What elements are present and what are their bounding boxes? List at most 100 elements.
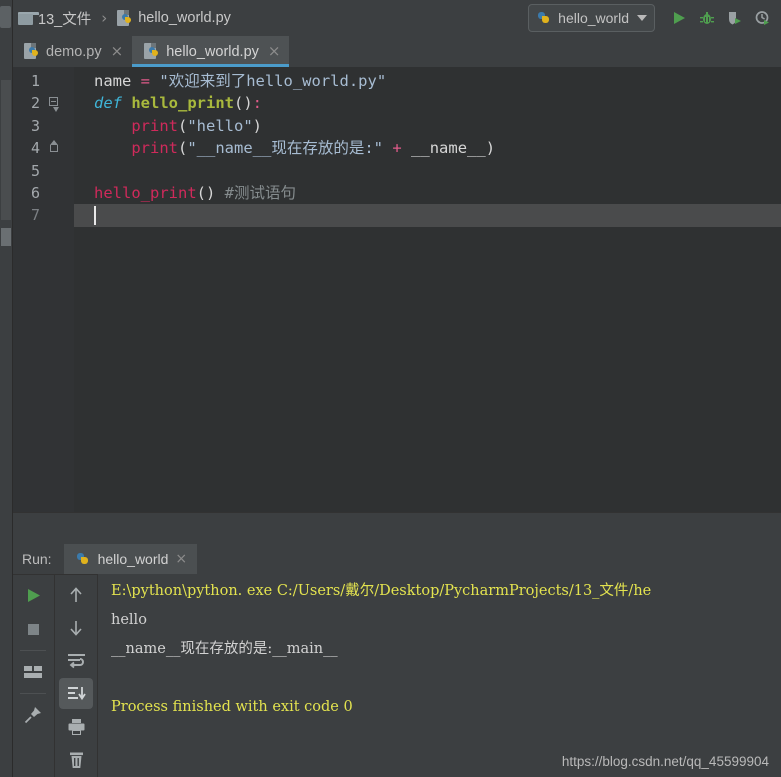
close-icon[interactable]: × xyxy=(268,44,281,59)
gutter-line-number: 7 xyxy=(30,206,40,225)
editor-tab-label: demo.py xyxy=(46,43,102,60)
code-line[interactable]: print("__name__现在存放的是:" + __name__) xyxy=(74,137,781,159)
navigation-bar: 13_文件 › hello_world.py hello_world xyxy=(12,0,781,36)
python-file-icon xyxy=(117,9,133,27)
scroll-to-end-button[interactable] xyxy=(59,678,93,709)
play-icon xyxy=(674,12,685,24)
code-line[interactable] xyxy=(74,204,781,227)
gutter-line-number: 2 xyxy=(30,94,40,113)
breadcrumb-folder[interactable]: 13_文件 xyxy=(38,8,91,29)
code-token: ( xyxy=(178,139,188,158)
code-token: "__name__现在存放的是:" xyxy=(187,139,383,158)
code-line[interactable]: hello_print() #测试语句 xyxy=(74,182,781,204)
breadcrumb: 13_文件 › hello_world.py xyxy=(18,8,231,29)
run-with-coverage-button[interactable] xyxy=(721,4,749,32)
breadcrumb-separator: › xyxy=(101,9,108,27)
rerun-button[interactable] xyxy=(16,579,50,611)
code-token: hello_print xyxy=(131,94,234,113)
debug-button[interactable] xyxy=(693,4,721,32)
code-token: print xyxy=(131,116,178,135)
pin-icon xyxy=(24,707,41,724)
code-token: __name__ xyxy=(411,139,486,158)
fold-end-icon[interactable] xyxy=(48,137,61,159)
console-line: __name__现在存放的是:__main__ xyxy=(111,641,338,657)
play-icon xyxy=(27,588,40,602)
run-tab-hello-world[interactable]: hello_world × xyxy=(63,544,198,574)
python-file-icon xyxy=(144,43,160,60)
code-line[interactable]: def hello_print(): xyxy=(74,92,781,114)
code-token: + xyxy=(392,139,402,158)
code-token: hello_print xyxy=(94,184,197,202)
trash-icon xyxy=(69,752,83,768)
editor-runpanel-splitter[interactable] xyxy=(12,512,781,545)
editor-gutter[interactable]: 1 2 3 4 5 6 7 xyxy=(12,67,74,512)
chevron-down-icon[interactable] xyxy=(637,15,647,21)
soft-wrap-icon xyxy=(67,654,85,669)
stop-button[interactable] xyxy=(16,613,50,645)
breadcrumb-file[interactable]: hello_world.py xyxy=(138,10,231,26)
run-panel-title: Run: xyxy=(22,551,52,567)
run-tab-label: hello_world xyxy=(97,551,169,567)
editor-tab-bar: demo.py × hello_world.py × xyxy=(12,36,781,67)
run-tool-window: Run: hello_world × E:\python\python. exe… xyxy=(12,544,781,777)
divider xyxy=(20,693,46,694)
scroll-to-end-icon xyxy=(67,687,86,701)
run-console-output[interactable]: E:\python\python. exe C:/Users/戴尔/Deskto… xyxy=(97,574,781,777)
layout-button[interactable] xyxy=(16,656,50,688)
left-tool-strip[interactable] xyxy=(0,0,13,777)
run-actions-left-column xyxy=(12,574,54,777)
stop-icon xyxy=(27,623,39,635)
run-button[interactable] xyxy=(665,4,693,32)
run-tool-window-sidebar xyxy=(12,574,97,777)
run-configuration-selector[interactable]: hello_world xyxy=(528,4,655,32)
printer-icon xyxy=(68,718,84,735)
up-button[interactable] xyxy=(59,579,93,610)
fold-collapse-icon[interactable] xyxy=(48,92,61,114)
watermark: https://blog.csdn.net/qq_45599904 xyxy=(561,754,769,769)
code-token: "欢迎来到了hello_world.py" xyxy=(159,72,387,90)
soft-wrap-button[interactable] xyxy=(59,645,93,676)
arrow-up-icon xyxy=(70,586,82,602)
code-token: = xyxy=(140,72,151,90)
print-button[interactable] xyxy=(59,711,93,742)
close-icon[interactable]: × xyxy=(111,44,124,59)
pin-tab-button[interactable] xyxy=(16,699,50,731)
code-token: "hello" xyxy=(187,116,253,135)
code-line[interactable] xyxy=(74,160,781,182)
profile-button[interactable] xyxy=(749,4,777,32)
code-line[interactable]: name = "欢迎来到了hello_world.py" xyxy=(74,70,781,92)
main-toolbar: hello_world xyxy=(528,3,777,33)
code-line[interactable]: print("hello") xyxy=(74,115,781,137)
gutter-line-number: 3 xyxy=(30,116,40,135)
close-icon[interactable]: × xyxy=(175,551,187,567)
pycharm-window: 13_文件 › hello_world.py hello_world demo.… xyxy=(0,0,781,777)
python-file-icon xyxy=(24,43,40,60)
code-token: () xyxy=(196,184,216,202)
down-button[interactable] xyxy=(59,612,93,643)
code-token: name xyxy=(94,72,132,90)
editor-tab-demo[interactable]: demo.py × xyxy=(12,36,132,67)
gutter-line-number: 5 xyxy=(30,161,40,180)
gutter-line-number: 4 xyxy=(30,139,40,158)
code-editor[interactable]: 1 2 3 4 5 6 7 name = "欢迎来到了hello_world.py" def … xyxy=(12,67,781,512)
folder-icon xyxy=(18,11,39,25)
code-token: #测试语句 xyxy=(224,184,297,202)
editor-code-area[interactable]: name = "欢迎来到了hello_world.py" def hello_pr… xyxy=(74,67,781,512)
tool-strip-marker xyxy=(1,228,11,246)
python-icon xyxy=(76,552,91,567)
editor-tab-hello-world[interactable]: hello_world.py × xyxy=(132,36,290,67)
console-line: hello xyxy=(111,612,147,628)
code-token: ) xyxy=(485,139,496,158)
code-token: def xyxy=(94,94,122,113)
code-token: ( xyxy=(178,116,188,135)
text-caret xyxy=(94,206,96,226)
tool-strip-vertical-tab[interactable] xyxy=(1,80,11,220)
console-line: Process finished with exit code 0 xyxy=(111,699,353,715)
shield-play-icon xyxy=(729,12,741,25)
clear-all-button[interactable] xyxy=(59,744,93,775)
python-icon xyxy=(537,11,552,26)
